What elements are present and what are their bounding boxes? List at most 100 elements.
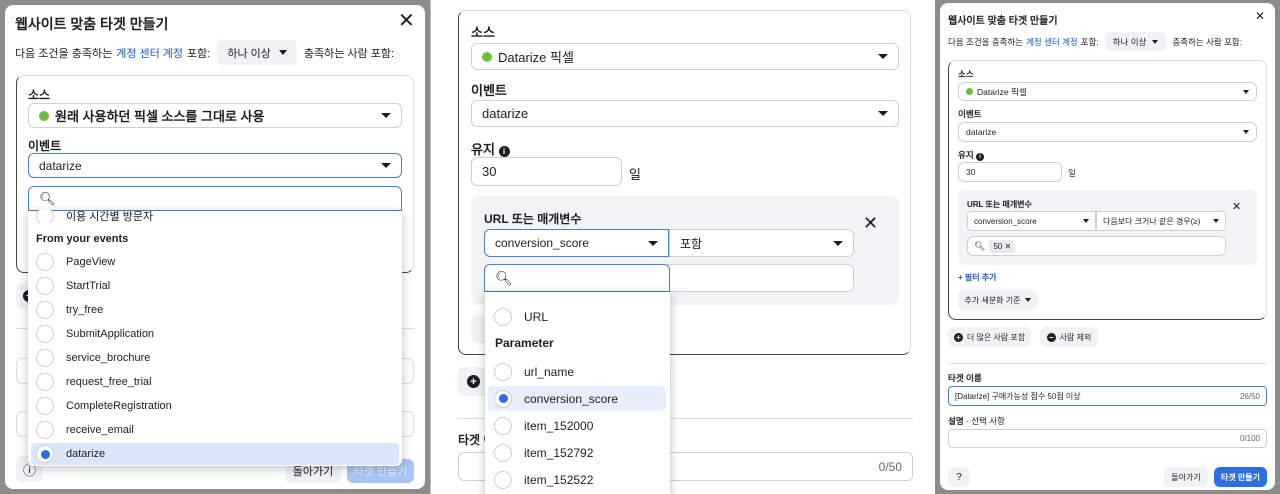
source-value: Datarize 픽셀 [977, 86, 1027, 97]
create-label: 타겟 만들기 [1220, 472, 1261, 482]
retention-value: 30 [966, 167, 976, 177]
menu-item[interactable]: item_152522 [494, 467, 593, 492]
item-label: receive_email [66, 424, 134, 436]
item-label: datarize [66, 448, 106, 460]
item-label: StartTrial [66, 280, 111, 292]
retention-input[interactable]: 30 [471, 157, 622, 186]
retention-unit: 일 [1068, 168, 1076, 178]
help-button[interactable]: ? [948, 467, 970, 487]
info-icon[interactable]: i [498, 146, 510, 157]
add-filter-link[interactable]: + 필터 추가 [958, 272, 997, 283]
account-center-link[interactable]: 계정 센터 계정 [1026, 36, 1078, 48]
status-dot-icon [966, 88, 973, 95]
match-value: 하나 이상 [1112, 36, 1147, 47]
menu-item[interactable]: item_152000 [494, 413, 593, 438]
param-value: conversion_score [495, 236, 590, 250]
status-dot-icon [39, 110, 49, 121]
item-label: request_free_trial [66, 376, 152, 388]
source-select[interactable]: Datarize 픽셀 [471, 43, 899, 70]
menu-item[interactable]: item_152792 [494, 440, 593, 465]
remove-filter-icon[interactable]: ✕ [863, 214, 878, 232]
menu-section-header: Parameter [495, 336, 554, 350]
menu-item[interactable]: StartTrial [36, 275, 110, 297]
event-select[interactable]: datarize [28, 153, 402, 178]
search-icon: 🔍︎ [974, 240, 986, 251]
item-label: URL [524, 310, 549, 324]
menu-item[interactable]: 이용 시간별 방문자 [36, 209, 153, 223]
item-label: 이용 시간별 방문자 [66, 211, 154, 223]
condition-prefix: 다음 조건을 충족하는 [15, 47, 113, 60]
radio-icon [494, 362, 512, 381]
value-input[interactable]: 🔍︎ 50 ✕ [967, 236, 1226, 256]
menu-item[interactable]: url_name [494, 359, 574, 384]
radio-icon [36, 325, 54, 343]
menu-item[interactable]: CompleteRegistration [36, 395, 172, 417]
url-label: URL 또는 매개변수 [967, 200, 1032, 209]
name-input[interactable]: [Datarize] 구매가능성 점수 50점 이상 26/50 [948, 386, 1267, 406]
caret-down-icon [1243, 89, 1249, 94]
menu-item[interactable]: service_brochure [36, 347, 150, 369]
item-label: CompleteRegistration [66, 400, 172, 412]
radio-icon [36, 397, 54, 415]
caret-down-icon [878, 111, 888, 116]
param-select[interactable]: conversion_score [484, 229, 669, 257]
back-button[interactable]: 돌아가기 [1164, 467, 1208, 487]
radio-icon [36, 277, 54, 295]
menu-item[interactable]: datarize [31, 443, 399, 465]
account-center-link[interactable]: 계정 센터 계정 [116, 45, 183, 61]
desc-count: 0/100 [1239, 434, 1260, 443]
operator-select[interactable]: 포함 [669, 229, 854, 257]
menu-item[interactable]: PageView [36, 251, 115, 273]
caret-down-icon [278, 50, 287, 55]
menu-item[interactable]: request_free_trial [36, 371, 152, 393]
item-label: url_name [524, 364, 575, 379]
caret-down-icon [1083, 219, 1089, 223]
name-count: 26/50 [1239, 391, 1260, 401]
source-label: 소스 [958, 69, 974, 79]
event-select[interactable]: datarize [958, 122, 1257, 142]
menu-item[interactable]: SubmitApplication [36, 323, 154, 345]
item-label: item_152792 [524, 445, 594, 460]
dialog-title: 웹사이트 맞춤 타겟 만들기 [15, 16, 169, 32]
name-label: 타겟 이름 [948, 373, 982, 383]
retention-input[interactable]: 30 [958, 162, 1062, 182]
radio-icon [36, 209, 54, 223]
chip-remove-icon[interactable]: ✕ [1005, 242, 1012, 251]
source-select[interactable]: Datarize 픽셀 [958, 82, 1257, 101]
menu-item-url[interactable]: URL [494, 308, 548, 326]
match-dropdown[interactable]: 하나 이상 [1104, 32, 1167, 51]
desc-input[interactable]: 0/100 [948, 429, 1267, 448]
param-select[interactable]: conversion_score [967, 211, 1096, 231]
menu-item[interactable]: try_free [36, 299, 103, 321]
exclude-button[interactable]: − 사람 제외 [1040, 327, 1098, 347]
caret-down-icon [833, 240, 843, 246]
exclude-label: 사람 제외 [1059, 332, 1092, 342]
menu-item[interactable]: receive_email [36, 419, 134, 441]
param-search-input[interactable]: 🔍︎ [484, 264, 670, 292]
caret-down-icon [1213, 219, 1219, 223]
include-more-button[interactable]: + 더 많은 사람 포함 [948, 327, 1031, 347]
close-icon[interactable]: ✕ [398, 11, 415, 31]
retention-text: 유지 [471, 142, 495, 157]
remove-filter-icon[interactable]: ✕ [1232, 202, 1241, 213]
back-label: 돌아가기 [1171, 472, 1201, 482]
radio-icon [494, 443, 512, 462]
source-select[interactable]: 원래 사용하던 픽셀 소스를 그대로 사용 [28, 103, 402, 128]
item-label: conversion_score [524, 391, 619, 406]
close-icon[interactable]: ✕ [1255, 10, 1265, 22]
radio-icon [36, 421, 54, 439]
operator-select[interactable]: 다음보다 크거나 같은 경우(≥) [1096, 211, 1226, 231]
create-button[interactable]: 타겟 만들기 [1214, 467, 1267, 487]
event-search-input[interactable]: 🔍︎ [28, 186, 402, 211]
event-select[interactable]: datarize [471, 100, 899, 127]
item-label: item_152000 [524, 418, 594, 433]
menu-item[interactable]: conversion_score [488, 386, 666, 411]
info-icon[interactable]: i [976, 153, 985, 161]
match-dropdown[interactable]: 하나 이상 [217, 40, 297, 65]
param-menu: URL Parameter url_name conversion_scoreit… [485, 292, 670, 494]
refine-button[interactable]: 추가 세분화 기준 [958, 290, 1038, 310]
item-label: item_152522 [524, 472, 594, 487]
status-dot-icon [482, 51, 492, 62]
desc-optional: · 선택 사항 [966, 416, 1005, 426]
caret-down-icon [1025, 298, 1032, 302]
